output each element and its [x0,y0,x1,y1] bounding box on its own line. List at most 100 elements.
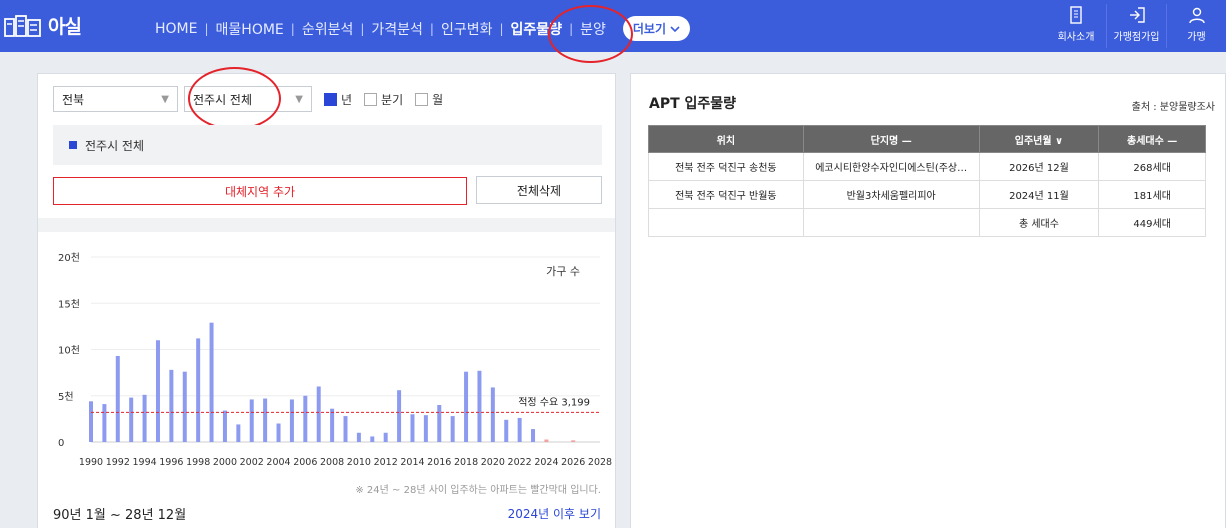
panel-divider [38,218,615,232]
y-tick-label: 0 [58,438,64,449]
x-tick-label: 2014 [400,457,424,468]
period-year-label: 년 [341,92,353,107]
bar [370,436,375,442]
chart-panel: 전북 ▼ 전주시 전체 ▼ 년 분기 월 전주시 전체 대체지역 추가 전체삭제… [37,67,616,528]
bar [343,416,348,442]
table-header-row: 위치 단지명 — 입주년월 ∨ 총세대수 — [648,125,1206,153]
complex-name-text: 에코시티한양수자인디에스틴(주상… [815,163,968,174]
city-value: 전주시 전체 [193,92,253,107]
bar [450,416,455,442]
company-info-button[interactable]: 회사소개 [1046,4,1106,48]
add-region-button[interactable]: 대체지역 추가 [53,177,467,205]
nav-move-in-volume[interactable]: 입주물량 [504,19,570,39]
bar [504,419,509,442]
logo[interactable]: 아실 [4,12,82,39]
y-tick-label: 5천 [58,391,74,403]
x-tick-label: 1990 [79,457,103,468]
city-select[interactable]: 전주시 전체 ▼ [184,86,312,112]
bar [531,429,536,442]
bar [263,398,268,442]
bar [303,395,308,442]
chevron-down-icon [670,22,680,36]
bar [437,405,442,442]
bar [544,439,549,442]
nav-population[interactable]: 인구변화 [434,19,500,39]
period-option-month[interactable]: 월 [415,91,443,108]
cell-empty [648,208,804,237]
bar [89,401,93,442]
bar [155,340,160,442]
nav-presale[interactable]: 분양 [573,19,613,39]
cell-move-in-date: 2026년 12월 [978,152,1100,181]
logo-text: 아실 [48,16,82,38]
person-icon [1188,7,1205,24]
period-option-quarter[interactable]: 분기 [364,91,403,108]
bar [249,399,254,442]
bar [169,369,174,442]
nav-home[interactable]: HOME [148,21,204,37]
cell-complex-name: 에코시티한양수자인디에스틴(주상… [802,152,980,181]
bar [182,371,187,442]
table-row[interactable]: 전북 전주 덕진구 반월동 반월3차세움펠리피아 2024년 11월 181세대 [648,180,1206,209]
bar [383,432,388,442]
bar [115,355,120,442]
more-button[interactable]: 더보기 [622,16,691,41]
nav-listing-home[interactable]: 매물HOME [209,19,291,39]
bar [142,394,147,442]
x-tick-label: 2018 [454,457,478,468]
dropdown-arrow-icon: ▼ [161,93,169,105]
nav-ranking[interactable]: 순위분석 [295,19,361,39]
col-location[interactable]: 위치 [648,125,804,153]
logo-icon [4,14,42,37]
period-option-year[interactable]: 년 [324,91,352,108]
y-tick-label: 20천 [58,252,80,264]
reference-line-label: 적정 수요 3,199 [518,396,590,408]
x-tick-label: 2006 [293,457,317,468]
table-source: 출처 : 분양물량조사 [1131,102,1215,113]
delete-all-button[interactable]: 전체삭제 [476,176,602,204]
cell-total-label: 총 세대수 [978,208,1100,237]
franchise-join-button[interactable]: 가맹점가입 [1106,4,1166,48]
main-nav: HOME | 매물HOME | 순위분석 | 가격분석 | 인구변화 | 입주물… [148,16,691,41]
chart-note: ※ 24년 ~ 28년 사이 입주하는 아파트는 빨간막대 입니다. [355,485,601,496]
province-value: 전북 [62,92,85,107]
view-after-2024-link[interactable]: 2024년 이후 보기 [508,505,601,522]
chart-legend: 가구 수 [546,265,580,278]
cell-complex-name: 반월3차세움펠리피아 [802,180,980,209]
province-select[interactable]: 전북 ▼ [53,86,178,112]
franchise-button[interactable]: 가맹 [1166,4,1226,48]
bar [330,408,335,442]
period-month-label: 월 [432,92,444,107]
supply-table: 위치 단지명 — 입주년월 ∨ 총세대수 — 전북 전주 덕진구 송천동 에코시… [648,125,1206,237]
col-complex-name[interactable]: 단지명 — [802,125,980,153]
period-range-label: 90년 1월 ~ 28년 12월 [53,508,187,523]
bar [289,399,294,442]
login-icon [1129,7,1145,23]
selected-region: 전주시 전체 [53,125,602,165]
bar [356,432,361,442]
x-tick-label: 2026 [561,457,585,468]
col-move-in-date[interactable]: 입주년월 ∨ [978,125,1100,153]
filter-bar: 전북 ▼ 전주시 전체 ▼ 년 분기 월 [53,86,443,112]
x-tick-label: 1996 [159,457,183,468]
x-tick-label: 2028 [588,457,612,468]
bar [209,322,214,442]
table-row[interactable]: 전북 전주 덕진구 송천동 에코시티한양수자인디에스틴(주상… 2026년 12… [648,152,1206,181]
checkbox-month[interactable] [415,92,429,106]
bar [571,440,576,442]
selected-region-label: 전주시 전체 [85,138,145,153]
col-total-units[interactable]: 총세대수 — [1098,125,1206,153]
checkbox-quarter[interactable] [364,92,378,106]
bar [397,390,402,442]
checkbox-year[interactable] [324,92,337,106]
right-menu: 회사소개 가맹점가입 가맹 [1046,4,1226,48]
supply-table-panel: APT 입주물량 출처 : 분양물량조사 위치 단지명 — 입주년월 ∨ 총세대… [630,73,1226,528]
nav-price[interactable]: 가격분석 [364,19,430,39]
cell-total-units: 181세대 [1098,180,1206,209]
x-tick-label: 2004 [266,457,290,468]
x-tick-label: 2010 [347,457,371,468]
franchise-label: 가맹 [1187,32,1206,43]
x-tick-label: 1998 [186,457,210,468]
x-tick-label: 2016 [427,457,451,468]
move-in-volume-chart: 20천15천10천5천0적정 수요 3,199가구 수1990 1992 1994 1… [58,252,612,468]
